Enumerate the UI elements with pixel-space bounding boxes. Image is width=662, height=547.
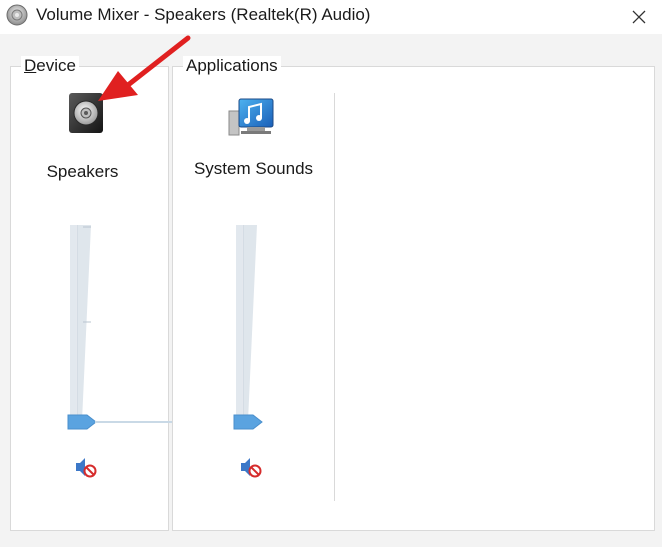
annotation-arrow-icon xyxy=(98,35,191,101)
